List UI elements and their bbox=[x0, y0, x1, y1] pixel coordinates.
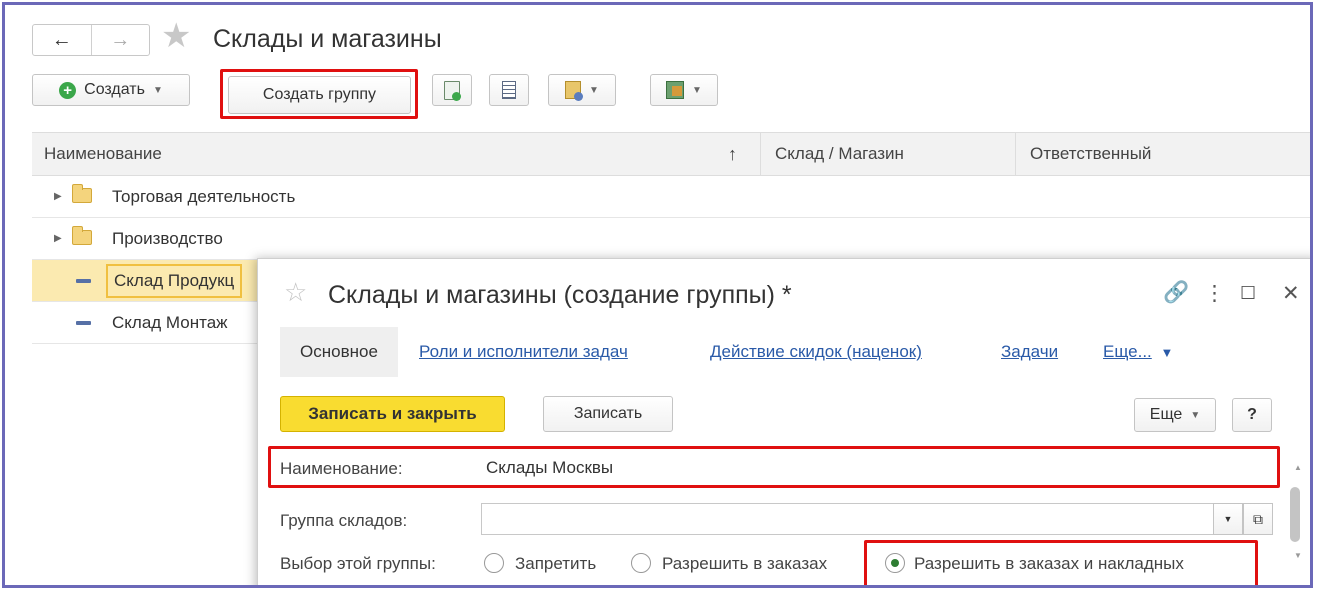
row-name: Склад Продукц bbox=[106, 264, 243, 298]
related-docs-icon bbox=[666, 81, 685, 99]
group-label: Группа складов: bbox=[280, 511, 408, 530]
scroll-up-icon[interactable]: ▲ bbox=[1294, 463, 1302, 472]
back-button[interactable]: ← bbox=[33, 25, 91, 55]
chevron-down-icon: ▼ bbox=[1223, 514, 1233, 524]
group-input[interactable] bbox=[481, 503, 1214, 535]
help-icon: ? bbox=[1247, 406, 1257, 423]
scroll-down-icon[interactable]: ▼ bbox=[1294, 551, 1302, 560]
favorite-star-icon[interactable]: ☆ bbox=[284, 279, 307, 305]
column-divider bbox=[1015, 133, 1016, 175]
chevron-down-icon: ▼ bbox=[1190, 409, 1201, 421]
expand-triangle-icon[interactable]: ▶ bbox=[54, 191, 62, 202]
radio-allow-orders-label[interactable]: Разрешить в заказах bbox=[662, 554, 827, 574]
open-window-icon: ⧉ bbox=[1253, 510, 1263, 527]
radio-allow-orders-invoices-label[interactable]: Разрешить в заказах и накладных bbox=[914, 554, 1184, 574]
related-docs-button[interactable]: ▼ bbox=[650, 74, 718, 106]
favorite-star-icon[interactable]: ★ bbox=[161, 19, 191, 53]
row-name: Производство bbox=[112, 229, 223, 248]
create-group-button[interactable]: Создать группу bbox=[228, 76, 411, 114]
sort-arrow-icon: ↑ bbox=[728, 143, 737, 164]
folder-icon bbox=[72, 226, 92, 245]
list-button[interactable] bbox=[489, 74, 529, 106]
expand-triangle-icon[interactable]: ▶ bbox=[54, 233, 62, 244]
item-icon bbox=[76, 279, 91, 283]
list-icon bbox=[502, 81, 516, 99]
table-row[interactable]: ▶ Торговая деятельность bbox=[32, 176, 1310, 218]
report-icon bbox=[565, 81, 584, 101]
group-dropdown-button[interactable]: ▼ bbox=[1213, 503, 1243, 535]
link-icon[interactable]: 🔗 bbox=[1163, 281, 1189, 305]
tab-discounts[interactable]: Действие скидок (наценок) bbox=[710, 342, 922, 362]
help-button[interactable]: ? bbox=[1232, 398, 1272, 432]
page-title: Склады и магазины bbox=[213, 25, 442, 53]
row-name: Торговая деятельность bbox=[112, 187, 296, 206]
name-input[interactable]: Склады Москвы bbox=[481, 452, 1271, 484]
chevron-down-icon: ▼ bbox=[1160, 345, 1174, 360]
tab-tasks[interactable]: Задачи bbox=[1001, 342, 1058, 362]
reports-button[interactable]: ▼ bbox=[548, 74, 616, 106]
app-window: ← → ★ Склады и магазины + Создать ▼ Созд… bbox=[2, 2, 1313, 588]
maximize-icon[interactable]: ☐ bbox=[1240, 283, 1256, 304]
plus-icon: + bbox=[59, 81, 77, 99]
arrow-right-icon: → bbox=[110, 28, 131, 51]
close-icon[interactable]: ✕ bbox=[1282, 281, 1300, 306]
create-button-label: Создать bbox=[84, 81, 145, 98]
arrow-left-icon: ← bbox=[51, 28, 72, 51]
copy-doc-button[interactable] bbox=[432, 74, 472, 106]
table-header: Наименование ↑ Склад / Магазин Ответстве… bbox=[32, 132, 1310, 176]
row-name: Склад Монтаж bbox=[112, 313, 228, 332]
radio-forbid-label[interactable]: Запретить bbox=[515, 554, 596, 574]
folder-icon bbox=[72, 184, 92, 203]
document-add-icon bbox=[444, 80, 461, 101]
save-button-label: Записать bbox=[573, 405, 643, 422]
tab-more-label: Еще... bbox=[1103, 342, 1152, 361]
radio-allow-orders[interactable] bbox=[631, 553, 651, 573]
create-button[interactable]: + Создать ▼ bbox=[32, 74, 190, 106]
name-label: Наименование: bbox=[280, 459, 403, 478]
more-menu-icon[interactable]: ⋮ bbox=[1204, 281, 1225, 306]
save-button[interactable]: Записать bbox=[543, 396, 673, 432]
column-header-warehouse[interactable]: Склад / Магазин bbox=[775, 133, 904, 175]
dialog-title: Склады и магазины (создание группы) * bbox=[328, 281, 792, 309]
group-open-button[interactable]: ⧉ bbox=[1243, 503, 1273, 535]
column-header-name[interactable]: Наименование bbox=[44, 133, 162, 175]
tab-main[interactable]: Основное bbox=[280, 327, 398, 377]
choice-label: Выбор этой группы: bbox=[280, 554, 436, 573]
chevron-down-icon: ▼ bbox=[692, 84, 702, 96]
nav-group: ← → bbox=[32, 24, 150, 56]
column-divider bbox=[760, 133, 761, 175]
more-actions-label: Еще bbox=[1149, 406, 1183, 423]
scrollbar-thumb[interactable] bbox=[1290, 487, 1300, 542]
forward-button[interactable]: → bbox=[90, 25, 150, 55]
table-row[interactable]: ▶ Производство bbox=[32, 218, 1310, 260]
radio-forbid[interactable] bbox=[484, 553, 504, 573]
create-group-dialog: ☆ Склады и магазины (создание группы) * … bbox=[257, 258, 1310, 585]
chevron-down-icon: ▼ bbox=[589, 84, 599, 96]
radio-allow-orders-invoices[interactable] bbox=[885, 553, 905, 573]
chevron-down-icon: ▼ bbox=[152, 84, 163, 96]
item-icon bbox=[76, 321, 91, 325]
tab-roles[interactable]: Роли и исполнители задач bbox=[419, 342, 628, 362]
more-actions-button[interactable]: Еще ▼ bbox=[1134, 398, 1216, 432]
save-and-close-button[interactable]: Записать и закрыть bbox=[280, 396, 505, 432]
create-group-label: Создать группу bbox=[262, 86, 377, 103]
tab-more[interactable]: Еще... ▼ bbox=[1103, 342, 1173, 362]
column-header-responsible[interactable]: Ответственный bbox=[1030, 133, 1151, 175]
